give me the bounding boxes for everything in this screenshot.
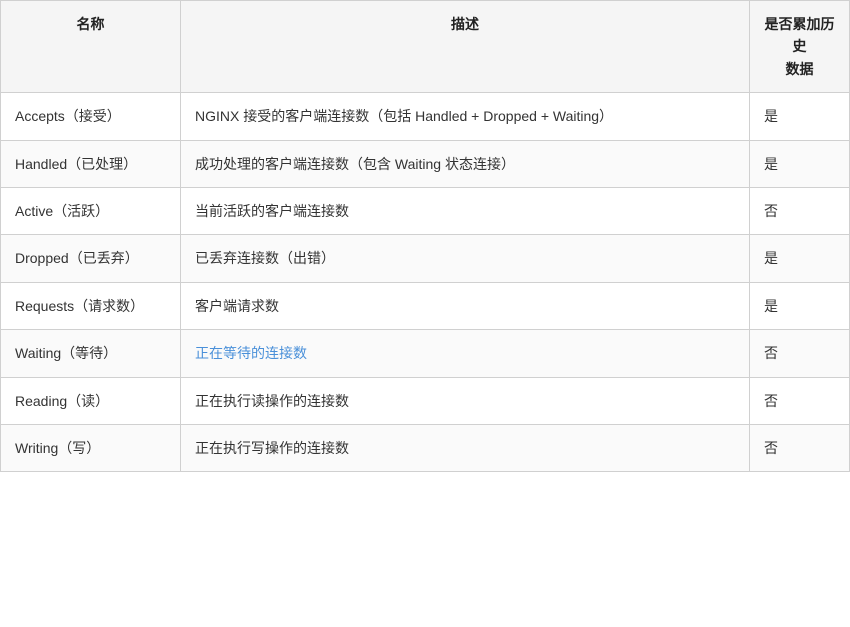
cell-cumulative: 是 — [750, 140, 850, 187]
table-row: Accepts（接受）NGINX 接受的客户端连接数（包括 Handled + … — [1, 93, 850, 140]
cell-description[interactable]: 正在等待的连接数 — [181, 330, 750, 377]
cell-name: Accepts（接受） — [1, 93, 181, 140]
cell-name: Writing（写） — [1, 424, 181, 471]
cell-name: Reading（读） — [1, 377, 181, 424]
header-description: 描述 — [181, 1, 750, 93]
cell-description: 成功处理的客户端连接数（包含 Waiting 状态连接） — [181, 140, 750, 187]
table-header-row: 名称 描述 是否累加历史 数据 — [1, 1, 850, 93]
cell-name: Dropped（已丢弃） — [1, 235, 181, 282]
cell-name: Handled（已处理） — [1, 140, 181, 187]
cell-description: 正在执行写操作的连接数 — [181, 424, 750, 471]
header-cumulative: 是否累加历史 数据 — [750, 1, 850, 93]
metrics-table: 名称 描述 是否累加历史 数据 Accepts（接受）NGINX 接受的客户端连… — [0, 0, 850, 472]
cell-description: 已丢弃连接数（出错） — [181, 235, 750, 282]
description-link[interactable]: 正在等待的连接数 — [195, 345, 307, 361]
cell-name: Requests（请求数） — [1, 282, 181, 329]
cell-description: NGINX 接受的客户端连接数（包括 Handled + Dropped + W… — [181, 93, 750, 140]
table-row: Active（活跃）当前活跃的客户端连接数否 — [1, 187, 850, 234]
cell-cumulative: 是 — [750, 235, 850, 282]
table-row: Waiting（等待） 正在等待的连接数 否 — [1, 330, 850, 377]
header-name: 名称 — [1, 1, 181, 93]
table-row: Writing（写）正在执行写操作的连接数否 — [1, 424, 850, 471]
table-row: Dropped（已丢弃）已丢弃连接数（出错）是 — [1, 235, 850, 282]
cell-name: Active（活跃） — [1, 187, 181, 234]
cell-cumulative: 否 — [750, 187, 850, 234]
cell-description: 当前活跃的客户端连接数 — [181, 187, 750, 234]
cell-cumulative: 是 — [750, 282, 850, 329]
table-row: Handled（已处理）成功处理的客户端连接数（包含 Waiting 状态连接）… — [1, 140, 850, 187]
cell-cumulative: 否 — [750, 330, 850, 377]
cell-name: Waiting（等待） — [1, 330, 181, 377]
cell-cumulative: 否 — [750, 377, 850, 424]
cell-description: 客户端请求数 — [181, 282, 750, 329]
cell-cumulative: 否 — [750, 424, 850, 471]
cell-description: 正在执行读操作的连接数 — [181, 377, 750, 424]
table-row: Reading（读）正在执行读操作的连接数否 — [1, 377, 850, 424]
table-row: Requests（请求数）客户端请求数是 — [1, 282, 850, 329]
cell-cumulative: 是 — [750, 93, 850, 140]
